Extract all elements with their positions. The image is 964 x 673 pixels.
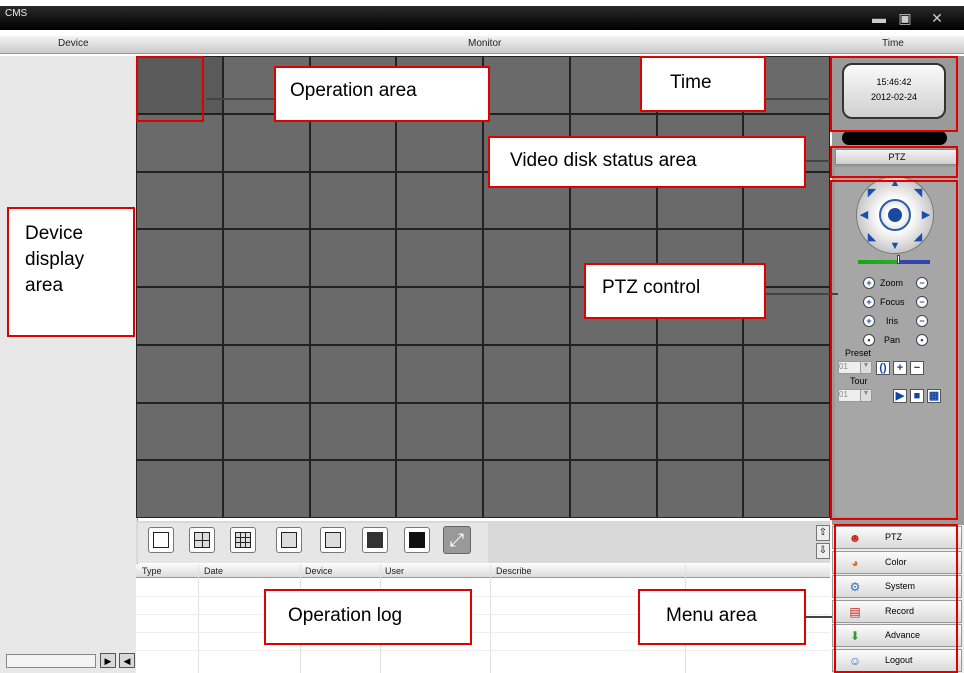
video-cell[interactable] — [222, 229, 310, 287]
video-cell[interactable] — [743, 460, 830, 518]
video-cell[interactable] — [222, 287, 310, 345]
video-cell[interactable] — [309, 229, 397, 287]
app-title: CMS — [5, 8, 28, 19]
video-cell[interactable] — [569, 460, 657, 518]
video-cell[interactable] — [309, 171, 397, 230]
video-cell[interactable] — [656, 460, 744, 518]
video-cell[interactable] — [396, 171, 483, 230]
scroll-down-icon[interactable]: ⇩ — [816, 543, 830, 559]
layout-1-button[interactable] — [148, 527, 174, 553]
log-col-device[interactable]: Device — [305, 566, 333, 576]
log-row-line — [136, 650, 830, 651]
header-bar: Device Monitor Time — [0, 36, 964, 54]
title-bar: CMS ▬ ▣ ✕ — [0, 6, 964, 30]
layout-4-button[interactable] — [189, 527, 215, 553]
log-divider — [198, 564, 199, 673]
log-divider — [490, 564, 491, 673]
annotation-line — [806, 160, 832, 162]
operation-area-highlight — [136, 56, 204, 122]
video-cell[interactable] — [483, 402, 570, 461]
video-cell[interactable] — [396, 229, 483, 287]
video-cell[interactable] — [656, 402, 744, 461]
video-cell[interactable] — [396, 113, 483, 172]
device-header: Device — [58, 38, 89, 49]
annotation-line — [806, 616, 832, 618]
video-cell[interactable] — [136, 344, 223, 403]
time-header: Time — [882, 38, 904, 49]
video-cell[interactable] — [222, 344, 310, 403]
video-cell[interactable] — [309, 402, 397, 461]
video-cell[interactable] — [309, 287, 397, 345]
disk-status-bar — [842, 131, 947, 145]
log-col-user[interactable]: User — [385, 566, 404, 576]
disk-status-highlight — [830, 146, 958, 178]
video-cell[interactable] — [136, 229, 223, 287]
video-cell[interactable] — [396, 287, 483, 345]
video-cell[interactable] — [483, 460, 570, 518]
close-icon[interactable]: ✕ — [928, 10, 946, 26]
fullscreen-icon[interactable]: ⤢ — [443, 526, 471, 554]
video-cell[interactable] — [396, 402, 483, 461]
video-cell[interactable] — [136, 171, 223, 230]
log-col-describe[interactable]: Describe — [496, 566, 532, 576]
video-disk-callout: Video disk status area — [488, 136, 806, 188]
video-cell[interactable] — [743, 402, 830, 461]
device-display-callout: Device display area — [7, 207, 135, 337]
annotation-line — [766, 98, 832, 100]
annotation-line — [206, 98, 274, 100]
log-header — [136, 564, 830, 578]
operation-log-callout: Operation log — [264, 589, 472, 645]
video-cell[interactable] — [136, 287, 223, 345]
ptz-control-callout: PTZ control — [584, 263, 766, 319]
video-cell[interactable] — [309, 113, 397, 172]
video-cell[interactable] — [222, 171, 310, 230]
video-cell[interactable] — [222, 113, 310, 172]
annotation-line — [766, 293, 838, 295]
video-cell[interactable] — [483, 229, 570, 287]
ptz-control-highlight — [830, 180, 958, 520]
video-cell[interactable] — [136, 460, 223, 518]
video-cell[interactable] — [396, 460, 483, 518]
layout-16-button[interactable] — [276, 527, 302, 553]
video-cell[interactable] — [136, 113, 223, 172]
video-cell[interactable] — [483, 56, 570, 114]
device-panel[interactable] — [0, 56, 138, 673]
operation-area-callout: Operation area — [274, 66, 490, 122]
video-cell[interactable] — [569, 344, 657, 403]
video-cell[interactable] — [136, 402, 223, 461]
video-cell[interactable] — [309, 344, 397, 403]
layout-25-button[interactable] — [320, 527, 346, 553]
video-cell[interactable] — [396, 344, 483, 403]
scroll-up-icon[interactable]: ⇧ — [816, 525, 830, 541]
video-cell[interactable] — [483, 287, 570, 345]
prev-arrow-button[interactable]: ◀ — [119, 653, 135, 668]
video-cell[interactable] — [309, 460, 397, 518]
device-scrollbar[interactable] — [6, 654, 96, 668]
layout-36-button[interactable] — [362, 527, 388, 553]
monitor-header: Monitor — [468, 38, 502, 49]
restore-icon[interactable]: ▣ — [896, 10, 914, 26]
layout-9-button[interactable] — [230, 527, 256, 553]
menu-area-callout: Menu area — [638, 589, 806, 645]
time-callout: Time — [640, 56, 766, 112]
layout-64-button[interactable] — [404, 527, 430, 553]
video-cell[interactable] — [569, 402, 657, 461]
time-highlight — [830, 56, 958, 132]
video-cell[interactable] — [222, 460, 310, 518]
next-arrow-button[interactable]: ▶ — [100, 653, 116, 668]
video-cell[interactable] — [483, 344, 570, 403]
minimize-icon[interactable]: ▬ — [870, 10, 888, 26]
menu-highlight — [834, 524, 958, 673]
video-cell[interactable] — [222, 402, 310, 461]
log-col-date[interactable]: Date — [204, 566, 223, 576]
log-col-type[interactable]: Type — [142, 566, 162, 576]
video-cell[interactable] — [743, 344, 830, 403]
video-cell[interactable] — [656, 344, 744, 403]
